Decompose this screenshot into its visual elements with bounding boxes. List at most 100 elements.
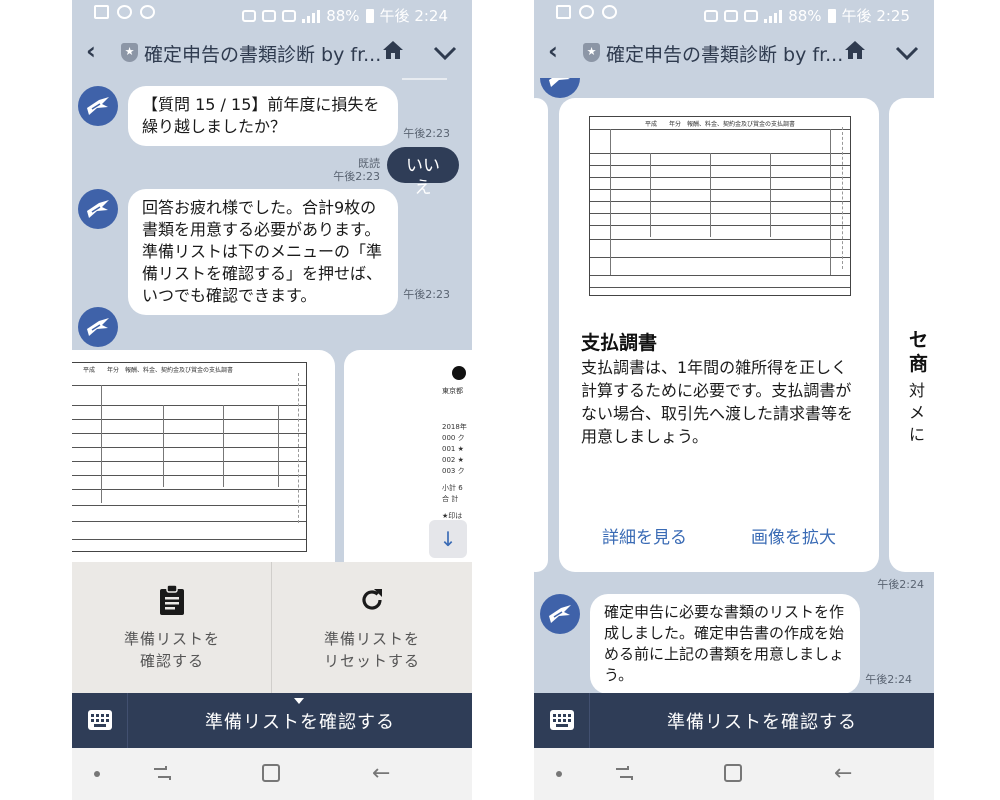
wifi-icon — [282, 9, 297, 22]
rich-menu-toggle-label[interactable]: 準備リストを確認する — [590, 708, 934, 734]
chat-header: ‹ ★ 確定申告の書類診断 by fr... — [72, 28, 472, 78]
bot-avatar[interactable] — [78, 189, 118, 229]
rich-menu-bar: 準備リストを確認する — [534, 693, 934, 748]
chat-header-overlay: ‹ ★ 確定申告の書類診断 by fr... — [534, 28, 934, 78]
recent-apps-icon[interactable] — [152, 764, 172, 782]
wifi-icon — [744, 9, 759, 22]
refresh-icon — [362, 589, 382, 610]
chat-title: 確定申告の書類診断 by fr... — [606, 44, 844, 66]
signal-icon — [302, 9, 321, 23]
battery-percent: 88% — [326, 6, 360, 25]
official-account-shield-icon: ★ — [121, 43, 138, 62]
back-chevron-icon[interactable]: ‹ — [86, 37, 96, 65]
bot-avatar[interactable] — [78, 307, 118, 347]
gallery-icon — [556, 5, 571, 19]
mute-icon — [704, 9, 719, 22]
receipt-logo — [452, 366, 466, 380]
home-button-icon[interactable] — [724, 764, 742, 782]
menu-label-line: 準備リストを — [323, 630, 420, 648]
carousel-card-previous[interactable] — [534, 98, 548, 572]
home-button-icon[interactable] — [262, 764, 280, 782]
payment-record-document-image: 平成 年分 報酬、料金、契約金及び賞金の支払調書 — [589, 116, 851, 296]
collapse-caret-icon[interactable] — [294, 698, 304, 704]
swallow-icon — [87, 97, 109, 115]
recent-apps-icon[interactable] — [614, 764, 634, 782]
call-icon — [602, 5, 617, 19]
card-title: 支払調書 — [581, 332, 658, 354]
message-time: 午後2:24 — [865, 673, 912, 686]
back-chevron-icon[interactable]: ‹ — [548, 37, 558, 65]
user-message-answer: いいえ — [387, 147, 459, 198]
swallow-icon — [87, 200, 109, 218]
scroll-to-bottom-button[interactable]: ↓ — [429, 520, 467, 558]
battery-percent: 88% — [788, 6, 822, 25]
keyboard-toggle-button[interactable] — [72, 693, 128, 748]
view-details-button[interactable]: 詳細を見る — [602, 523, 687, 548]
chevron-down-icon[interactable] — [432, 40, 458, 66]
next-card-title: セ商 — [909, 329, 929, 375]
status-bar: 88% 午後 2:25 — [534, 0, 934, 28]
back-arrow-icon[interactable]: ← — [834, 761, 852, 786]
receipt-line: 東京都 — [442, 387, 463, 395]
bot-avatar[interactable] — [540, 594, 580, 634]
enlarge-image-button[interactable]: 画像を拡大 — [751, 523, 836, 548]
volte-icon — [262, 9, 277, 22]
carousel-card-payment-record[interactable]: 平成 年分 報酬、料金、契約金及び賞金の支払調書 — [72, 350, 335, 580]
android-nav-bar: ← — [534, 748, 934, 800]
status-bar: 88% 午後 2:24 — [72, 0, 472, 28]
bot-message-list-created: 確定申告に必要な書類のリストを作成しました。確定申告書の作成を始める前に上記の書… — [590, 594, 860, 694]
clock: 午後 2:25 — [841, 7, 910, 25]
card-description: 支払調書は、1年間の雑所得を正しく計算するために必要です。支払調書がない場合、取… — [581, 358, 854, 446]
keyboard-icon — [550, 710, 574, 730]
battery-icon — [365, 8, 374, 23]
swallow-icon — [549, 605, 571, 623]
menu-reset-list-button[interactable]: 準備リストを リセットする — [272, 562, 472, 693]
document-heading: 平成 年分 報酬、料金、契約金及び賞金の支払調書 — [83, 367, 234, 374]
chat-title: 確定申告の書類診断 by fr... — [144, 44, 382, 66]
receipt-lines: 2018年 000 ク 001 ★ 002 ★ 003 ク 小計 6合 計 ★印は — [442, 423, 467, 520]
call-icon — [140, 5, 155, 19]
nav-dot-icon[interactable] — [556, 771, 562, 777]
clipboard-icon — [160, 585, 184, 615]
menu-label-line: 確認する — [139, 652, 204, 670]
rich-menu-toggle-label[interactable]: 準備リストを確認する — [128, 708, 472, 734]
back-arrow-icon[interactable]: ← — [372, 761, 390, 786]
next-card-description: 対メに — [909, 381, 926, 444]
bot-message-question: 【質問 15 / 15】前年度に損失を繰り越しましたか？ — [128, 86, 398, 146]
shield-status-icon — [117, 5, 132, 19]
nav-dot-icon[interactable] — [94, 771, 100, 777]
official-account-shield-icon: ★ — [583, 43, 600, 62]
chevron-down-icon[interactable] — [894, 40, 920, 66]
mute-icon — [242, 9, 257, 22]
android-nav-bar: ← — [72, 748, 472, 800]
gallery-icon — [94, 5, 109, 19]
clock: 午後 2:24 — [379, 7, 448, 25]
arrow-down-icon: ↓ — [439, 527, 457, 551]
battery-icon — [827, 8, 836, 23]
bot-message-complete: 回答お疲れ様でした。合計9枚の書類を用意する必要があります。準備リストは下のメニ… — [128, 189, 398, 315]
rich-menu: 準備リストを 確認する 準備リストを リセットする — [72, 562, 472, 693]
message-time: 午後2:23 — [333, 170, 380, 183]
home-icon[interactable] — [382, 40, 404, 60]
keyboard-toggle-button[interactable] — [534, 693, 590, 748]
menu-label-line: 準備リストを — [123, 630, 220, 648]
message-time: 午後2:23 — [403, 288, 450, 301]
bot-avatar[interactable] — [78, 86, 118, 126]
phone-screen-left: 88% 午後 2:24 ‹ ★ 確定申告の書類診断 by fr... 【質問 1… — [72, 0, 472, 800]
document-heading: 平成 年分 報酬、料金、契約金及び賞金の支払調書 — [644, 121, 795, 128]
message-time: 午後2:24 — [877, 578, 924, 591]
message-time: 午後2:23 — [403, 127, 450, 140]
menu-label-line: リセットする — [323, 652, 420, 670]
payment-record-document-image: 平成 年分 報酬、料金、契約金及び賞金の支払調書 — [72, 362, 307, 552]
home-icon[interactable] — [844, 40, 866, 60]
keyboard-icon — [88, 710, 112, 730]
carousel-card-next[interactable]: セ商 対メに — [889, 98, 934, 572]
rich-menu-bar: 準備リストを確認する — [72, 693, 472, 748]
swallow-icon — [87, 318, 109, 336]
carousel-card-payment-record[interactable]: 平成 年分 報酬、料金、契約金及び賞金の支払調書 支払調書 支払調書は、1年間の… — [559, 98, 879, 572]
divider — [402, 78, 447, 80]
volte-icon — [724, 9, 739, 22]
menu-check-list-button[interactable]: 準備リストを 確認する — [72, 562, 272, 693]
phone-screen-right: 88% 午後 2:25 ‹ ★ 確定申告の書類診断 by fr... ‹ ★ 確… — [534, 0, 934, 800]
shield-status-icon — [579, 5, 594, 19]
